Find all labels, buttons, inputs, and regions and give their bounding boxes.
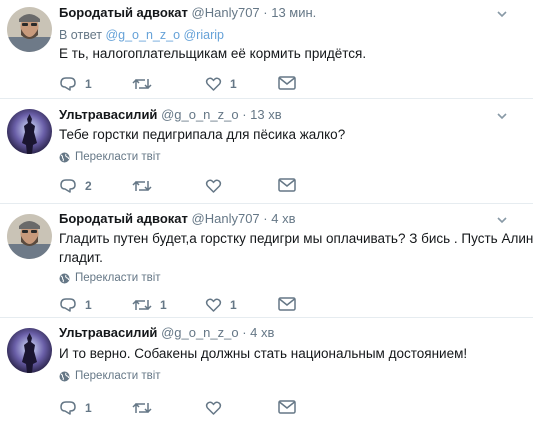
heart-icon: [205, 179, 222, 193]
reply-icon: [60, 401, 76, 415]
like-count: 1: [230, 77, 237, 91]
reply-count: 2: [85, 179, 92, 193]
envelope-icon: [278, 76, 296, 90]
tweet-3[interactable]: Бородатый адвокат @Hanly707 · 4 хв Глади…: [0, 204, 533, 317]
like-button[interactable]: 1: [205, 76, 237, 92]
author-name[interactable]: Ультравасилий: [59, 107, 157, 122]
timestamp[interactable]: · 13 мин.: [263, 5, 316, 20]
reply-mentions[interactable]: @g_o_n_z_o @riarip: [105, 28, 224, 42]
reply-icon: [60, 179, 76, 193]
retweet-icon: [132, 402, 152, 414]
reply-button[interactable]: 1: [59, 297, 92, 313]
like-button[interactable]: [205, 178, 230, 194]
heart-icon: [205, 298, 222, 312]
reply-button[interactable]: 1: [59, 76, 92, 92]
retweet-icon: [132, 299, 152, 311]
retweet-button[interactable]: [132, 178, 160, 194]
tweet-header: Бородатый адвокат @Hanly707 · 13 мин.: [59, 5, 316, 20]
dm-button[interactable]: [278, 297, 296, 311]
tweet-text: И то верно. Собакены должны стать национ…: [59, 346, 468, 361]
like-button[interactable]: 1: [205, 297, 237, 313]
tweet-header: Бородатый адвокат @Hanly707 · 4 хв: [59, 211, 295, 226]
dm-button[interactable]: [278, 178, 296, 192]
reply-count: 1: [85, 401, 92, 415]
chevron-down-icon[interactable]: [495, 213, 509, 227]
author-name[interactable]: Ультравасилий: [59, 325, 157, 340]
dm-button[interactable]: [278, 400, 296, 414]
reply-prefix: В ответ: [59, 28, 102, 42]
dm-button[interactable]: [278, 76, 296, 90]
reply-context: В ответ @g_o_n_z_o @riarip: [59, 28, 224, 42]
chevron-down-icon[interactable]: [495, 109, 509, 123]
globe-icon: [59, 371, 70, 381]
tweet-4[interactable]: Ультравасилий @g_o_n_z_o · 4 хв И то вер…: [0, 318, 533, 422]
heart-icon: [205, 401, 222, 415]
retweet-icon: [132, 180, 152, 192]
translate-link[interactable]: Перекласти твіт: [59, 272, 161, 284]
tweet-text-line: гладит.: [59, 250, 103, 265]
translate-label: Перекласти твіт: [75, 151, 161, 163]
retweet-count: 1: [160, 298, 167, 312]
tweet-header: Ультравасилий @g_o_n_z_o · 13 хв: [59, 107, 282, 122]
avatar[interactable]: [7, 109, 52, 154]
envelope-icon: [278, 178, 296, 192]
timestamp[interactable]: · 13 хв: [242, 107, 281, 122]
translate-label: Перекласти твіт: [75, 272, 161, 284]
reply-button[interactable]: 1: [59, 400, 92, 416]
author-handle[interactable]: @Hanly707: [192, 211, 260, 226]
tweet-2[interactable]: Ультравасилий @g_o_n_z_o · 13 хв Тебе го…: [0, 99, 533, 203]
envelope-icon: [278, 400, 296, 414]
reply-icon: [60, 77, 76, 91]
author-handle[interactable]: @g_o_n_z_o: [161, 325, 239, 340]
retweet-button[interactable]: [132, 400, 160, 416]
avatar[interactable]: [7, 328, 52, 373]
action-bar: 1 1: [59, 76, 319, 96]
envelope-icon: [278, 297, 296, 311]
avatar[interactable]: [7, 214, 52, 259]
author-handle[interactable]: @Hanly707: [192, 5, 260, 20]
timestamp[interactable]: · 4 хв: [263, 211, 295, 226]
reply-button[interactable]: 2: [59, 178, 92, 194]
reply-count: 1: [85, 298, 92, 312]
action-bar: 2: [59, 178, 319, 198]
translate-label: Перекласти твіт: [75, 370, 161, 382]
translate-link[interactable]: Перекласти твіт: [59, 370, 161, 382]
tweet-header: Ультравасилий @g_o_n_z_o · 4 хв: [59, 325, 274, 340]
tweet-1[interactable]: Бородатый адвокат @Hanly707 · 13 мин. В …: [0, 0, 533, 98]
heart-icon: [205, 77, 222, 91]
translate-link[interactable]: Перекласти твіт: [59, 151, 161, 163]
reply-count: 1: [85, 77, 92, 91]
tweet-text: Гладить путен будет,а горстку педигри мы…: [59, 229, 533, 267]
like-button[interactable]: [205, 400, 230, 416]
reply-icon: [60, 298, 76, 312]
author-handle[interactable]: @g_o_n_z_o: [161, 107, 239, 122]
globe-icon: [59, 152, 70, 162]
globe-icon: [59, 273, 70, 283]
action-bar: 1: [59, 400, 319, 420]
tweet-text: Тебе горстки педигрипала для пёсика жалк…: [59, 127, 346, 142]
tweet-text-line: Гладить путен будет,а горстку педигри мы…: [59, 231, 533, 246]
chevron-down-icon[interactable]: [495, 7, 509, 21]
tweet-text: Е ть, налогоплательщикам её кормить прид…: [59, 46, 367, 61]
timestamp[interactable]: · 4 хв: [242, 325, 274, 340]
retweet-button[interactable]: 1: [132, 297, 167, 313]
action-bar: 1 1 1: [59, 297, 319, 317]
author-name[interactable]: Бородатый адвокат: [59, 211, 188, 226]
like-count: 1: [230, 298, 237, 312]
retweet-icon: [132, 78, 152, 90]
retweet-button[interactable]: [132, 76, 160, 92]
avatar[interactable]: [7, 7, 52, 52]
author-name[interactable]: Бородатый адвокат: [59, 5, 188, 20]
